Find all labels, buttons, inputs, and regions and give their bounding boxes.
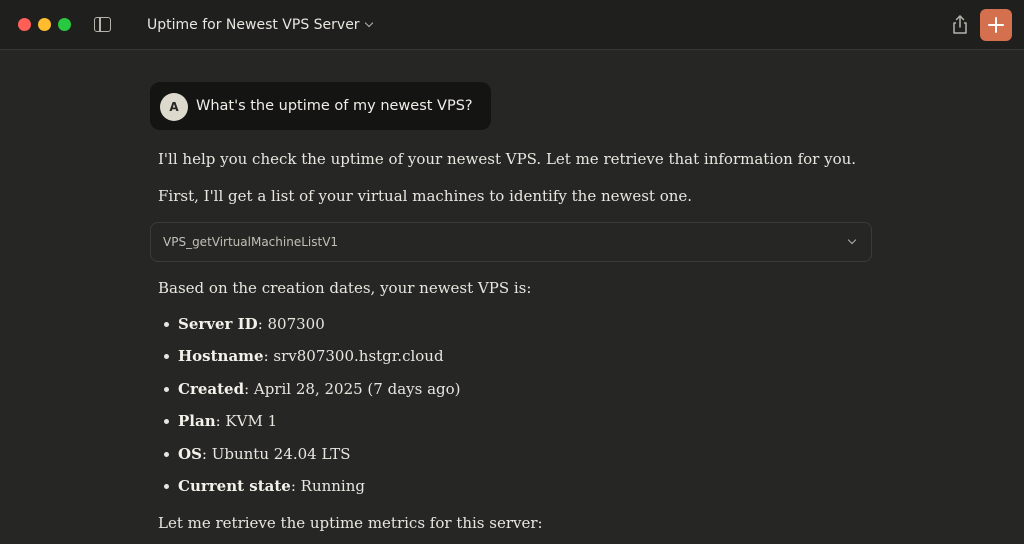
chevron-down-icon <box>364 18 373 28</box>
bullet <box>164 419 169 424</box>
list-item: OS: Ubuntu 24.04 LTS <box>178 445 351 463</box>
list-item: Created: April 28, 2025 (7 days ago) <box>178 380 461 398</box>
list-item: Current state: Running <box>178 477 365 495</box>
list-item: Server ID: 807300 <box>178 315 325 333</box>
minimize-window-button[interactable] <box>38 18 51 31</box>
title-bar: Uptime for Newest VPS Server <box>0 0 1024 50</box>
assistant-next-step: Let me retrieve the uptime metrics for t… <box>158 514 543 532</box>
result-intro: Based on the creation dates, your newest… <box>158 279 532 297</box>
conversation-title: Uptime for Newest VPS Server <box>147 17 360 33</box>
assistant-step1: First, I'll get a list of your virtual m… <box>158 187 693 205</box>
chevron-down-icon <box>847 235 857 245</box>
bullet <box>164 387 169 392</box>
maximize-window-button[interactable] <box>58 18 71 31</box>
bullet <box>164 322 169 327</box>
list-item: Hostname: srv807300.hstgr.cloud <box>178 347 444 365</box>
sidebar-toggle-icon[interactable] <box>94 17 111 32</box>
close-window-button[interactable] <box>18 18 31 31</box>
bullet <box>164 354 169 359</box>
user-message: A What's the uptime of my newest VPS? <box>150 82 491 130</box>
list-item: Plan: KVM 1 <box>178 412 278 430</box>
assistant-intro: I'll help you check the uptime of your n… <box>158 150 857 168</box>
tool-call-block[interactable]: VPS_getVirtualMachineListV1 <box>150 222 872 262</box>
tool-call-name: VPS_getVirtualMachineListV1 <box>163 235 339 249</box>
bullet <box>164 484 169 489</box>
user-message-text: What's the uptime of my newest VPS? <box>196 98 473 114</box>
avatar: A <box>160 93 188 121</box>
new-chat-button[interactable] <box>980 9 1012 41</box>
share-icon <box>953 15 967 34</box>
conversation-title-button[interactable]: Uptime for Newest VPS Server <box>147 14 373 36</box>
bullet <box>164 452 169 457</box>
share-button[interactable] <box>950 14 970 36</box>
